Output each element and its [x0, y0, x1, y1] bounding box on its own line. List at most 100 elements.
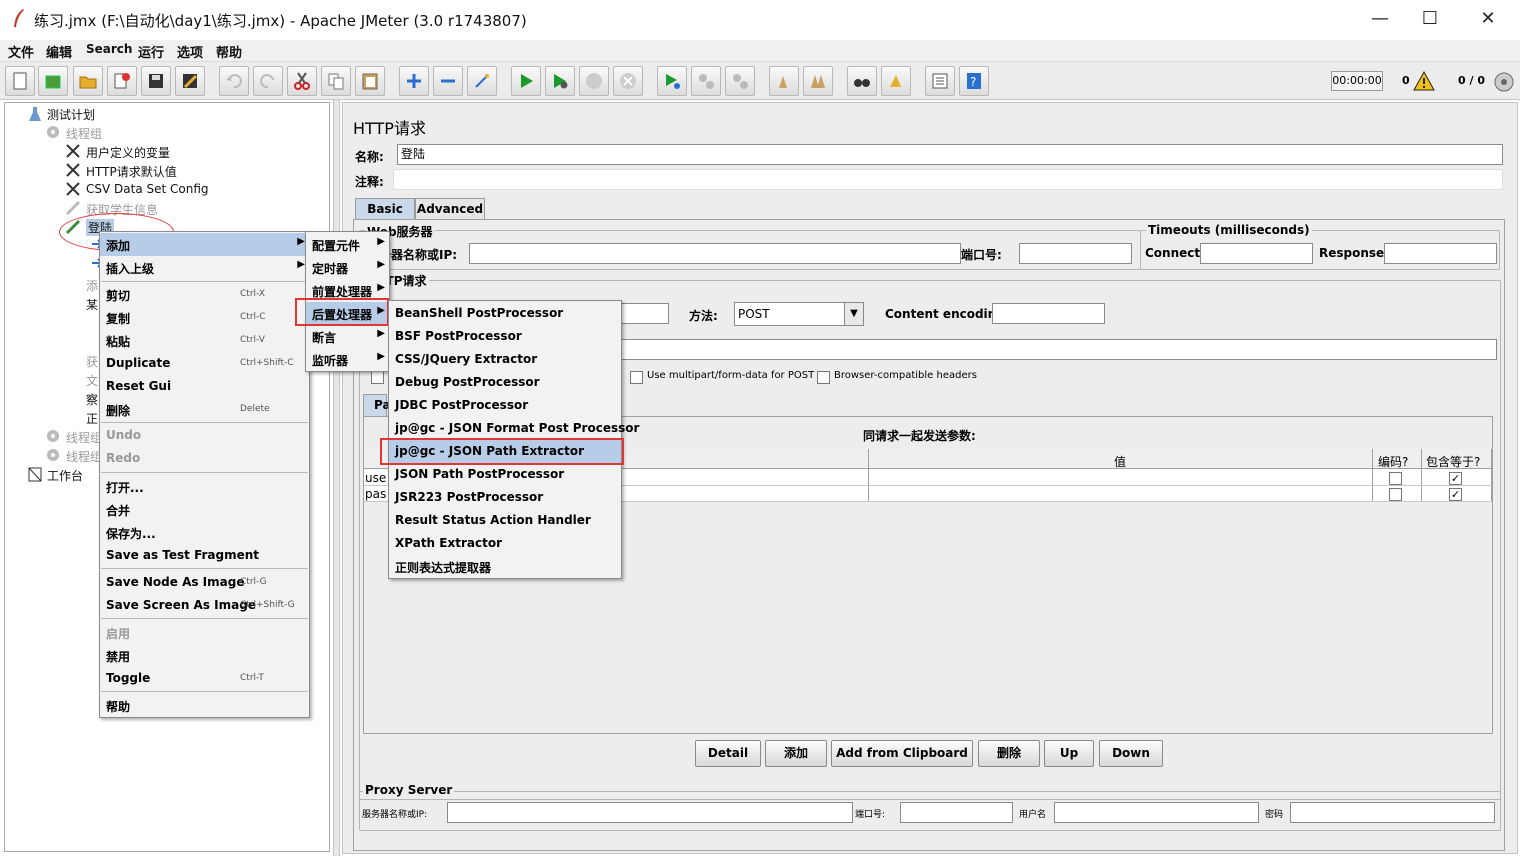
- menu-item-cut[interactable]: 剪切 Ctrl-X: [100, 283, 309, 306]
- new-button[interactable]: [5, 66, 35, 96]
- expand-all-button[interactable]: [399, 66, 429, 96]
- detail-button[interactable]: Detail: [695, 740, 761, 767]
- menu-item-reset-gui[interactable]: Reset Gui: [100, 375, 309, 398]
- start-no-pause-button[interactable]: [545, 66, 575, 96]
- row2-encode-checkbox[interactable]: [1389, 488, 1402, 501]
- tree-node-some-partial[interactable]: 某: [86, 296, 98, 313]
- tree-node-csv[interactable]: CSV Data Set Config: [86, 182, 209, 196]
- pp-beanshell[interactable]: BeanShell PostProcessor: [389, 302, 621, 325]
- pp-regex[interactable]: 正则表达式提取器: [389, 555, 621, 578]
- menu-item-help[interactable]: 帮助: [100, 694, 309, 717]
- menu-item-copy[interactable]: 复制 Ctrl-C: [100, 306, 309, 329]
- menu-search[interactable]: Search: [86, 42, 132, 56]
- up-button[interactable]: Up: [1044, 740, 1094, 767]
- menu-run[interactable]: 运行: [138, 42, 164, 61]
- menu-item-insert-parent[interactable]: 插入上级 ▶: [100, 256, 309, 279]
- encoding-field[interactable]: [992, 303, 1105, 324]
- save-as-button[interactable]: [175, 66, 205, 96]
- remote-exit-button[interactable]: [725, 66, 755, 96]
- submenu-listener[interactable]: 监听器 ▶: [306, 348, 389, 371]
- multipart-checkbox[interactable]: [630, 371, 643, 384]
- shutdown-button[interactable]: [613, 66, 643, 96]
- pp-json-path-postprocessor[interactable]: JSON Path PostProcessor: [389, 463, 621, 486]
- row-name-user[interactable]: use: [365, 471, 386, 485]
- search-button[interactable]: [847, 66, 877, 96]
- pp-xpath[interactable]: XPath Extractor: [389, 532, 621, 555]
- pp-result-status[interactable]: Result Status Action Handler: [389, 509, 621, 532]
- copy-button[interactable]: [321, 66, 351, 96]
- tab-parameters[interactable]: Pa: [363, 394, 391, 416]
- menu-item-undo[interactable]: Undo: [100, 424, 309, 447]
- tree-node-http-defaults[interactable]: HTTP请求默认值: [86, 163, 177, 180]
- chevron-down-icon[interactable]: ▼: [844, 302, 864, 326]
- name-field[interactable]: 登陆: [397, 144, 1503, 165]
- connect-field[interactable]: [1200, 243, 1313, 264]
- tree-node-udv[interactable]: 用户定义的变量: [86, 144, 170, 161]
- tab-advanced[interactable]: Advanced: [415, 198, 485, 219]
- menu-options[interactable]: 选项: [177, 42, 203, 61]
- menu-item-add[interactable]: 添加 ▶: [100, 233, 309, 256]
- menu-item-delete[interactable]: 删除 Delete: [100, 398, 309, 421]
- redo-button[interactable]: [253, 66, 283, 96]
- row1-include-checkbox[interactable]: ✓: [1449, 472, 1462, 485]
- tree-node-get-partial[interactable]: 获: [86, 353, 98, 370]
- pp-css-jquery[interactable]: CSS/JQuery Extractor: [389, 348, 621, 371]
- collapse-all-button[interactable]: [433, 66, 463, 96]
- proxy-user-field[interactable]: [1054, 802, 1259, 823]
- server-field[interactable]: [469, 243, 961, 264]
- pp-bsf[interactable]: BSF PostProcessor: [389, 325, 621, 348]
- redirect-checkbox[interactable]: [371, 371, 384, 384]
- tree-node-thread-group-2[interactable]: 线程组: [66, 429, 102, 446]
- menu-item-merge[interactable]: 合并: [100, 498, 309, 521]
- proxy-port-field[interactable]: [900, 802, 1013, 823]
- toggle-button[interactable]: [467, 66, 497, 96]
- menu-item-save-fragment[interactable]: Save as Test Fragment: [100, 544, 309, 567]
- open-button[interactable]: [73, 66, 103, 96]
- proxy-pass-field[interactable]: [1290, 802, 1495, 823]
- tree-node-workbench[interactable]: 工作台: [47, 467, 83, 484]
- add-from-clipboard-button[interactable]: Add from Clipboard: [831, 740, 973, 767]
- submenu-assertion[interactable]: 断言 ▶: [306, 325, 389, 348]
- menu-help[interactable]: 帮助: [216, 42, 242, 61]
- pp-jsr223[interactable]: JSR223 PostProcessor: [389, 486, 621, 509]
- row2-include-checkbox[interactable]: ✓: [1449, 488, 1462, 501]
- maximize-button[interactable]: ☐: [1410, 6, 1450, 34]
- row-name-pass[interactable]: pas: [365, 487, 386, 501]
- menu-item-duplicate[interactable]: Duplicate Ctrl+Shift-C: [100, 352, 309, 375]
- menu-item-open[interactable]: 打开...: [100, 475, 309, 498]
- comment-field[interactable]: [393, 169, 1503, 190]
- row1-encode-checkbox[interactable]: [1389, 472, 1402, 485]
- help-button[interactable]: ?: [959, 66, 989, 96]
- menu-item-disable[interactable]: 禁用: [100, 644, 309, 667]
- tree-node-thread-group-3[interactable]: 线程组: [66, 448, 102, 465]
- tree-node-regex-partial[interactable]: 正: [86, 410, 98, 427]
- submenu-config-element[interactable]: 配置元件 ▶: [306, 233, 389, 256]
- cut-button[interactable]: [287, 66, 317, 96]
- pp-debug[interactable]: Debug PostProcessor: [389, 371, 621, 394]
- down-button[interactable]: Down: [1099, 740, 1163, 767]
- undo-button[interactable]: [219, 66, 249, 96]
- proxy-server-field[interactable]: [447, 802, 853, 823]
- menu-item-save-screen-image[interactable]: Save Screen As Image Ctrl+Shift-G: [100, 594, 309, 617]
- clear-all-button[interactable]: [803, 66, 833, 96]
- remote-start-button[interactable]: [657, 66, 687, 96]
- port-field[interactable]: [1019, 243, 1132, 264]
- browser-headers-checkbox[interactable]: [817, 371, 830, 384]
- minimize-button[interactable]: —: [1360, 6, 1400, 34]
- menu-edit[interactable]: 编辑: [46, 42, 72, 61]
- paste-button[interactable]: [355, 66, 385, 96]
- warning-icon[interactable]: [1413, 71, 1435, 91]
- menu-item-toggle[interactable]: Toggle Ctrl-T: [100, 667, 309, 690]
- menu-file[interactable]: 文件: [8, 42, 34, 61]
- menu-item-save-node-image[interactable]: Save Node As Image Ctrl-G: [100, 571, 309, 594]
- menu-item-enable[interactable]: 启用: [100, 621, 309, 644]
- menu-item-save-as[interactable]: 保存为...: [100, 521, 309, 544]
- submenu-timer[interactable]: 定时器 ▶: [306, 256, 389, 279]
- add-button[interactable]: 添加: [765, 740, 827, 767]
- path-field[interactable]: [613, 339, 1497, 360]
- clear-button[interactable]: [769, 66, 799, 96]
- remote-stop-button[interactable]: [691, 66, 721, 96]
- tab-basic[interactable]: Basic: [355, 198, 415, 219]
- close-button[interactable]: ✕: [1468, 6, 1508, 34]
- close-file-button[interactable]: [107, 66, 137, 96]
